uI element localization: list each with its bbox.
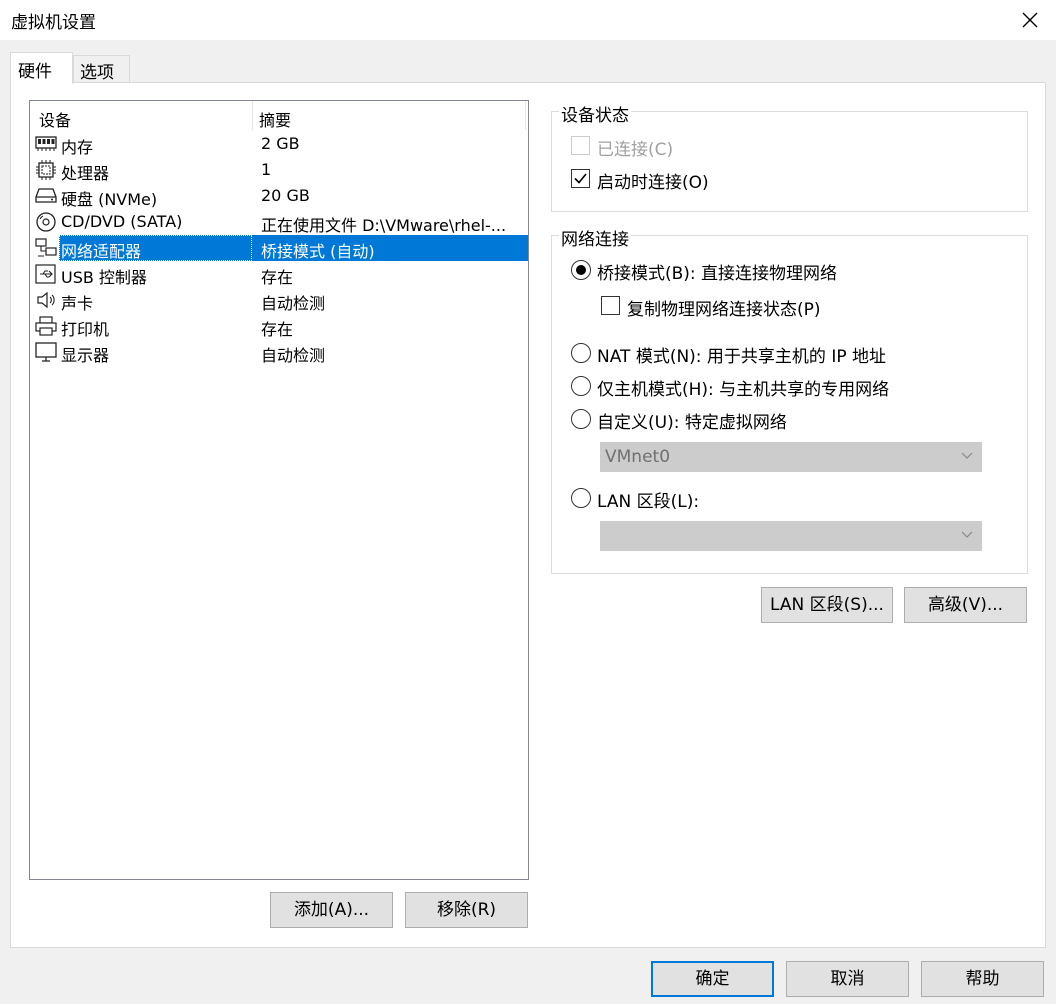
device-row-sound-card[interactable]: 声卡 自动检测 [31, 287, 528, 313]
custom-label: 自定义(U): 特定虚拟网络 [597, 413, 787, 433]
close-icon [1022, 12, 1038, 28]
column-separator[interactable] [525, 101, 526, 130]
close-button[interactable] [1004, 0, 1056, 40]
cancel-button[interactable]: 取消 [786, 961, 909, 997]
device-name: 显示器 [61, 346, 110, 365]
device-name: 内存 [61, 138, 94, 157]
bridged-radio[interactable] [571, 260, 591, 280]
usb-icon [35, 264, 57, 284]
window-title: 虚拟机设置 [11, 13, 96, 33]
lan-segment-radio[interactable] [571, 488, 591, 508]
device-row-printer[interactable]: 打印机 存在 [31, 313, 528, 339]
host-only-label: 仅主机模式(H): 与主机共享的专用网络 [597, 380, 890, 400]
memory-icon [35, 134, 57, 154]
replicate-state-label: 复制物理网络连接状态(P) [627, 300, 821, 320]
custom-radio[interactable] [571, 409, 591, 429]
ok-button[interactable]: 确定 [651, 961, 774, 997]
nat-label: NAT 模式(N): 用于共享主机的 IP 地址 [597, 347, 886, 367]
remove-button[interactable]: 移除(R) [405, 892, 528, 928]
vmnet-select-value: VMnet0 [605, 447, 671, 467]
bridged-label: 桥接模式(B): 直接连接物理网络 [597, 264, 838, 284]
title-bar: 虚拟机设置 [0, 0, 1056, 40]
network-connection-legend: 网络连接 [559, 225, 631, 250]
device-status-group [551, 111, 1028, 212]
device-name: 处理器 [61, 164, 110, 183]
checkmark-icon [574, 173, 587, 184]
device-row-hard-disk[interactable]: 硬盘 (NVMe) 20 GB [31, 183, 528, 209]
lan-segment-label: LAN 区段(L): [597, 492, 700, 512]
vmnet-select[interactable]: VMnet0 [600, 442, 982, 472]
lan-segment-select[interactable] [600, 521, 982, 551]
hard-disk-icon [35, 186, 57, 206]
device-status-legend: 设备状态 [559, 101, 631, 126]
device-row-display[interactable]: 显示器 自动检测 [31, 339, 528, 365]
advanced-button[interactable]: 高级(V)... [904, 587, 1027, 623]
device-summary: 存在 [261, 268, 294, 287]
connect-at-power-on-label: 启动时连接(O) [597, 173, 709, 193]
add-button[interactable]: 添加(A)... [270, 892, 393, 928]
device-name: 声卡 [61, 294, 94, 313]
device-name: CD/DVD (SATA) [61, 212, 183, 231]
printer-icon [35, 316, 57, 336]
device-summary: 20 GB [261, 186, 310, 205]
sound-card-icon [35, 290, 57, 310]
cd-dvd-icon [35, 212, 57, 232]
device-summary: 2 GB [261, 134, 300, 153]
connected-checkbox[interactable] [571, 136, 590, 155]
device-summary: 自动检测 [261, 346, 326, 365]
connected-label: 已连接(C) [597, 140, 674, 160]
device-summary: 存在 [261, 320, 294, 339]
device-name: 硬盘 (NVMe) [61, 190, 158, 209]
device-name: 网络适配器 [61, 242, 142, 261]
nat-radio[interactable] [571, 343, 591, 363]
device-summary: 正在使用文件 D:\VMware\rhel-... [261, 216, 507, 235]
device-row-processor[interactable]: 处理器 1 [31, 157, 528, 183]
device-name: 打印机 [61, 320, 110, 339]
device-name: USB 控制器 [61, 268, 147, 287]
help-button[interactable]: 帮助 [921, 961, 1044, 997]
device-row-usb-controller[interactable]: USB 控制器 存在 [31, 261, 528, 287]
column-separator[interactable] [252, 101, 253, 130]
device-summary: 桥接模式 (自动) [261, 242, 375, 261]
device-row-network-adapter[interactable]: 网络适配器 桥接模式 (自动) [31, 235, 528, 261]
chevron-down-icon [961, 452, 973, 459]
host-only-radio[interactable] [571, 376, 591, 396]
lan-segments-button[interactable]: LAN 区段(S)... [761, 587, 893, 623]
device-row-memory[interactable]: 内存 2 GB [31, 131, 528, 157]
device-list[interactable]: 设备 摘要 内存 2 GB 处理器 1 硬盘 (NVMe) 20 GB CD/D… [29, 100, 529, 880]
device-summary: 自动检测 [261, 294, 326, 313]
network-adapter-icon [35, 238, 57, 258]
tab-hardware[interactable]: 硬件 [10, 52, 73, 84]
device-summary: 1 [261, 160, 272, 179]
column-header-summary[interactable]: 摘要 [259, 107, 291, 131]
display-icon [35, 342, 57, 362]
connect-at-power-on-checkbox[interactable] [571, 169, 590, 188]
column-header-device[interactable]: 设备 [39, 107, 71, 131]
chevron-down-icon [961, 531, 973, 538]
tab-options[interactable]: 选项 [73, 55, 130, 83]
device-row-cd-dvd[interactable]: CD/DVD (SATA) 正在使用文件 D:\VMware\rhel-... [31, 209, 528, 235]
processor-icon [35, 160, 57, 180]
replicate-state-checkbox[interactable] [601, 296, 620, 315]
radio-dot [576, 265, 586, 275]
